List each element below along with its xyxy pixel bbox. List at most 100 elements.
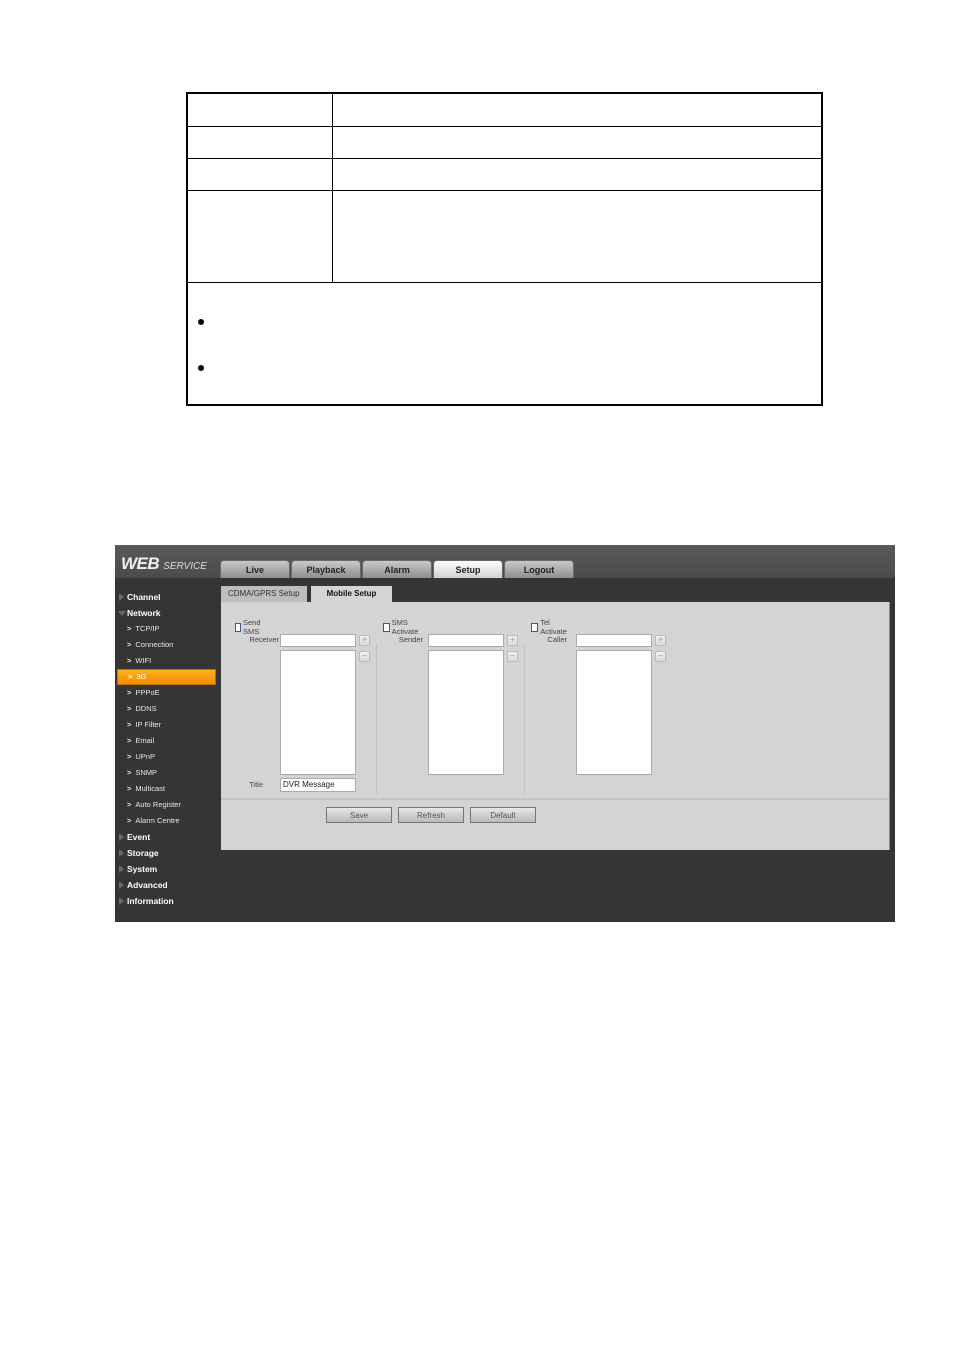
table-row <box>186 158 823 191</box>
chevron-right-icon: > <box>127 768 132 777</box>
sidebar-item-label: WIFI <box>135 656 152 665</box>
sidebar-category-channel[interactable]: Channel <box>115 589 219 605</box>
sidebar-item-label: 3G <box>136 672 147 681</box>
checkbox-label: SMS Activate <box>391 618 419 636</box>
title-input[interactable]: DVR Message <box>280 778 356 792</box>
table-cell-label <box>186 158 333 191</box>
chevron-right-icon: > <box>127 688 132 697</box>
tab-mobile-setup[interactable]: Mobile Setup <box>310 586 393 602</box>
bullet-icon <box>198 365 204 371</box>
remove-caller-button[interactable]: − <box>655 651 666 662</box>
tab-setup[interactable]: Setup <box>433 560 503 578</box>
sidebar-item-3g[interactable]: >3G <box>117 669 216 685</box>
triangle-right-icon <box>119 849 124 857</box>
table-cell-label <box>186 92 333 127</box>
sidebar-category-information[interactable]: Information <box>115 893 219 909</box>
note-row <box>186 282 823 406</box>
remove-sender-button[interactable]: − <box>507 651 518 662</box>
remove-receiver-button[interactable]: − <box>359 651 370 662</box>
table-row <box>186 92 823 127</box>
receiver-label: Receiver <box>249 635 279 644</box>
chevron-right-icon: > <box>127 736 132 745</box>
sms-activate-checkbox[interactable]: SMS Activate <box>383 618 421 636</box>
receiver-input[interactable] <box>280 634 356 647</box>
caller-list[interactable] <box>576 650 652 775</box>
chevron-right-icon: > <box>127 784 132 793</box>
table-row <box>186 126 823 159</box>
table-cell-value <box>332 158 823 191</box>
table-cell-value <box>332 126 823 159</box>
mobile-setup-panel: Send SMS Receiver + − Title DVR Message … <box>221 602 890 850</box>
sidebar-item-tcpip[interactable]: > TCP/IP <box>115 621 219 637</box>
add-receiver-button[interactable]: + <box>359 635 370 646</box>
sidebar-category-system[interactable]: System <box>115 861 219 877</box>
send-sms-checkbox[interactable]: Send SMS <box>235 618 264 636</box>
tab-playback[interactable]: Playback <box>291 560 361 578</box>
bullet-icon <box>198 319 204 325</box>
add-sender-button[interactable]: + <box>507 635 518 646</box>
chevron-right-icon: > <box>128 672 133 681</box>
action-buttons: Save Refresh Default <box>326 807 542 823</box>
triangle-right-icon <box>119 881 124 889</box>
note-cell <box>186 282 823 406</box>
sidebar-item-label: Connection <box>135 640 174 649</box>
chevron-right-icon: > <box>127 816 132 825</box>
form-area: Send SMS Receiver + − Title DVR Message … <box>221 602 889 800</box>
sidebar-category-label: Advanced <box>127 880 168 890</box>
sidebar-category-label: Network <box>127 608 161 618</box>
receiver-list[interactable] <box>280 650 356 775</box>
sender-input[interactable] <box>428 634 504 647</box>
checkbox-label: Send SMS <box>243 618 261 636</box>
chevron-right-icon: > <box>127 720 132 729</box>
sidebar-category-advanced[interactable]: Advanced <box>115 877 219 893</box>
sidebar-item-snmp[interactable]: > SNMP <box>115 765 219 781</box>
chevron-right-icon: > <box>127 656 132 665</box>
chevron-right-icon: > <box>127 640 132 649</box>
sidebar: Channel Network > TCP/IP > Connection > WIF… <box>115 589 219 909</box>
sidebar-category-label: Storage <box>127 848 159 858</box>
save-button[interactable]: Save <box>326 807 392 823</box>
sidebar-item-label: UPnP <box>135 752 155 761</box>
sidebar-category-storage[interactable]: Storage <box>115 845 219 861</box>
main-tabs: Live Playback Alarm Setup Logout <box>220 560 575 578</box>
tab-logout[interactable]: Logout <box>504 560 574 578</box>
sidebar-item-connection[interactable]: > Connection <box>115 637 219 653</box>
add-caller-button[interactable]: + <box>655 635 666 646</box>
chevron-right-icon: > <box>127 752 132 761</box>
sidebar-item-ddns[interactable]: > DDNS <box>115 701 219 717</box>
document-table <box>186 92 823 406</box>
logo-web: WEB <box>121 554 160 573</box>
sender-list[interactable] <box>428 650 504 775</box>
checkbox-icon <box>235 622 241 632</box>
sidebar-item-label: PPPoE <box>135 688 160 697</box>
table-row <box>186 190 823 283</box>
tel-activate-checkbox[interactable]: Tel Activate <box>531 618 569 636</box>
triangle-right-icon <box>119 865 124 873</box>
sidebar-item-wifi[interactable]: > WIFI <box>115 653 219 669</box>
triangle-right-icon <box>119 833 124 841</box>
tab-live[interactable]: Live <box>220 560 290 578</box>
chevron-right-icon: > <box>127 800 132 809</box>
logo-service: SERVICE <box>163 561 207 572</box>
sidebar-category-network[interactable]: Network <box>115 605 219 621</box>
sidebar-item-upnp[interactable]: > UPnP <box>115 749 219 765</box>
refresh-button[interactable]: Refresh <box>398 807 464 823</box>
sidebar-item-auto-register[interactable]: > Auto Register <box>115 797 219 813</box>
sidebar-item-alarm-centre[interactable]: > Alarm Centre <box>115 813 219 829</box>
sidebar-item-ip-filter[interactable]: > IP Filter <box>115 717 219 733</box>
tab-alarm[interactable]: Alarm <box>362 560 432 578</box>
triangle-right-icon <box>119 897 124 905</box>
caller-input[interactable] <box>576 634 652 647</box>
sidebar-item-label: Alarm Centre <box>135 816 180 825</box>
sidebar-category-label: Event <box>127 832 151 842</box>
sidebar-category-event[interactable]: Event <box>115 829 219 845</box>
sidebar-item-pppoe[interactable]: > PPPoE <box>115 685 219 701</box>
sidebar-item-multicast[interactable]: > Multicast <box>115 781 219 797</box>
tab-cdma-gprs-setup[interactable]: CDMA/GPRS Setup <box>221 586 307 602</box>
triangle-down-icon <box>118 611 126 616</box>
table-cell-label <box>186 126 333 159</box>
default-button[interactable]: Default <box>470 807 536 823</box>
caller-label: Caller <box>547 635 567 644</box>
sidebar-category-label: Channel <box>127 592 161 602</box>
sidebar-item-email[interactable]: > Email <box>115 733 219 749</box>
